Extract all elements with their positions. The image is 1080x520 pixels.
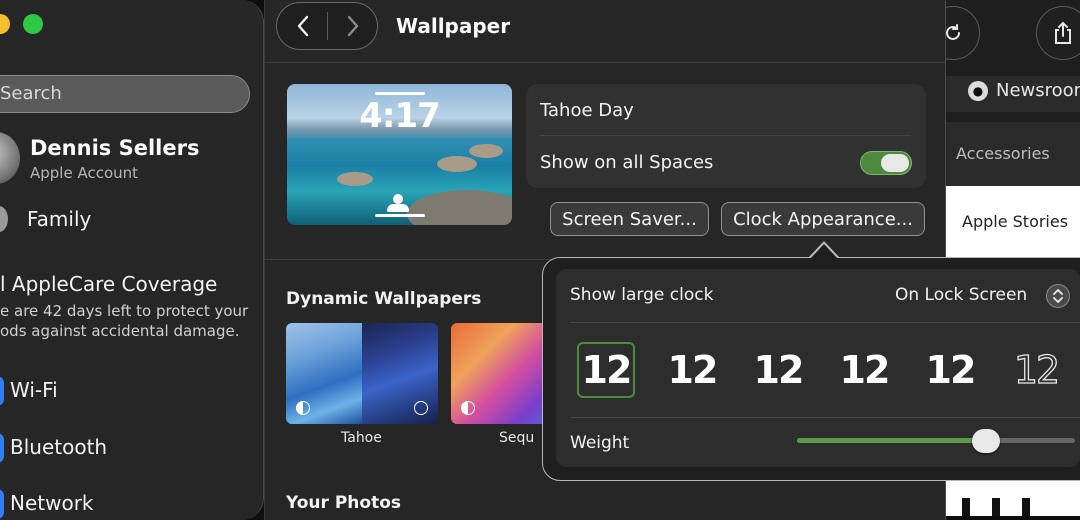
your-photos-heading: Your Photos [286,493,401,513]
tab-newsroom-label: Newsroom [996,80,1080,101]
applecare-line-1: e are 42 days left to protect your [0,302,249,320]
share-icon [1055,21,1071,44]
show-on-all-spaces-toggle[interactable] [860,151,912,175]
card-divider [540,135,911,136]
page-title: Wallpaper [396,14,511,38]
wallpaper-preview[interactable]: 4:17 [287,84,512,225]
show-large-clock-label: Show large clock [570,285,714,305]
account-subtitle: Apple Account [30,164,139,182]
tab-newsroom[interactable]: ● Newsroom [968,80,1080,101]
rock-shape [437,156,477,172]
rock-shape [407,190,512,225]
network-icon [0,489,4,519]
link-apple-stories[interactable]: Apple Stories [962,212,1068,231]
clock-style-option-3[interactable]: 12 [749,342,807,398]
popover-divider [570,417,1080,418]
preview-time: 4:17 [359,96,441,136]
clock-style-option-2[interactable]: 12 [663,342,721,398]
clock-style-option-4[interactable]: 12 [835,342,893,398]
wallpaper-label-tahoe: Tahoe [341,430,382,446]
applecare-line-2: ods against accidental damage. [0,322,240,340]
up-down-chevron-icon [1053,289,1063,303]
account-name[interactable]: Dennis Sellers [30,136,199,160]
screen-saver-button[interactable]: Screen Saver... [550,202,709,236]
clock-style-option-6[interactable]: 12 [1007,342,1065,398]
clock-style-option-5[interactable]: 12 [921,342,979,398]
wallpaper-name: Tahoe Day [540,100,634,121]
sidebar-item-bluetooth[interactable]: Bluetooth [10,435,107,459]
forward-button[interactable] [328,2,378,50]
user-avatar-body [387,204,409,212]
applecare-title[interactable]: l AppleCare Coverage [0,272,217,296]
popover-divider [570,322,1080,323]
back-button[interactable] [278,2,328,50]
chevron-right-icon [347,15,359,37]
dynamic-icon [461,401,475,415]
popover-arrow-fill [810,243,838,259]
rock-shape [337,172,373,186]
weight-slider-fill [797,438,987,443]
nav-link-accessories[interactable]: Accessories [956,144,1050,163]
toolbar-divider [265,62,945,63]
dynamic-icon [296,401,310,415]
wallpaper-thumb-tahoe[interactable] [286,323,438,424]
wifi-icon [0,376,4,406]
search-placeholder: Search [0,83,62,104]
preview-top-bar [375,92,425,95]
clock-appearance-button[interactable]: Clock Appearance... [721,202,925,236]
clock-style-option-1[interactable]: 12 [577,342,635,398]
show-large-clock-value[interactable]: On Lock Screen [895,285,1027,305]
zoom-button[interactable] [23,14,43,34]
page-headline-fragment [962,498,1062,516]
wallpaper-label-sequoia: Sequ [499,430,535,446]
download-icon[interactable] [414,401,428,415]
apple-logo-icon: ● [968,80,988,101]
toggle-knob [881,154,909,172]
show-large-clock-popup[interactable] [1046,284,1070,308]
show-on-all-spaces-label: Show on all Spaces [540,152,714,173]
sidebar-item-family[interactable]: Family [27,207,91,231]
bluetooth-icon [0,433,4,463]
sidebar-item-network[interactable]: Network [10,491,94,515]
user-avatar-glyph [393,194,403,204]
chevron-left-icon [297,15,309,37]
weight-slider-knob[interactable] [972,429,1001,453]
sidebar-item-wifi[interactable]: Wi-Fi [10,378,58,402]
dynamic-wallpapers-heading: Dynamic Wallpapers [286,289,482,309]
weight-label: Weight [570,433,630,453]
applecare-description: e are 42 days left to protect your ods a… [0,301,248,341]
preview-underline [375,214,425,217]
rock-shape [469,144,503,158]
